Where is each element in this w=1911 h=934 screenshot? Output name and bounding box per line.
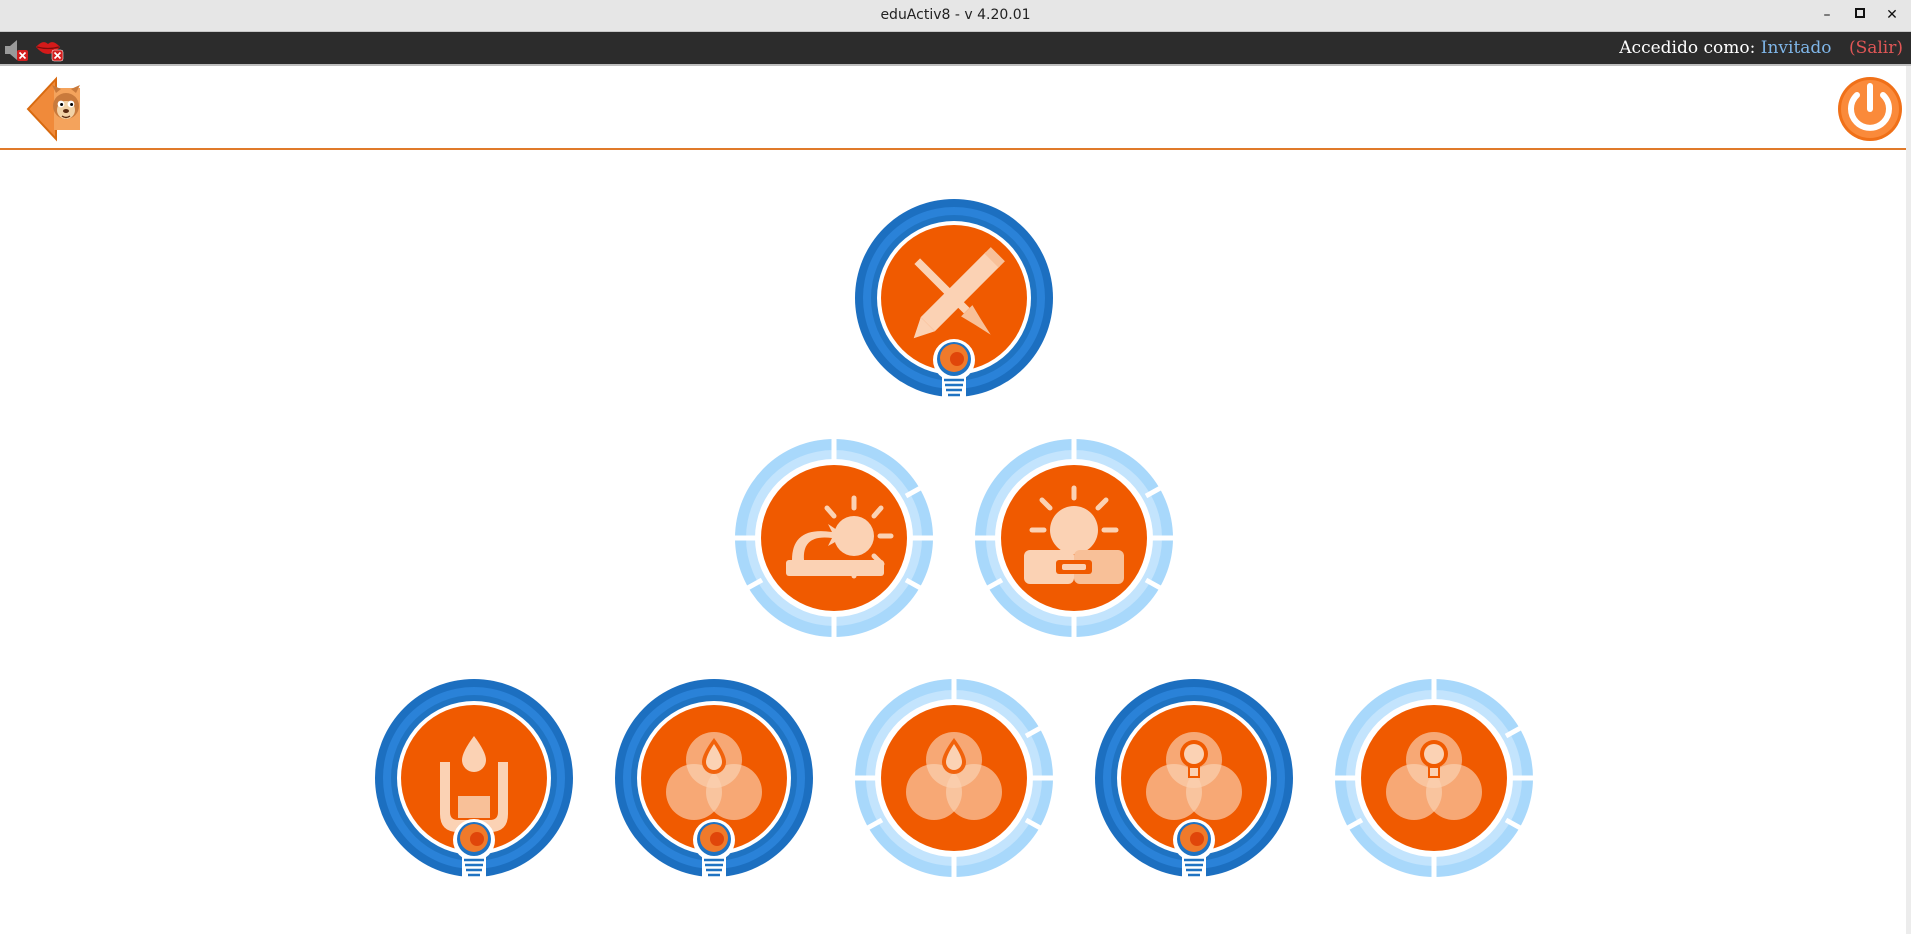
speaker-muted-icon[interactable] xyxy=(3,37,31,63)
lips-muted-icon[interactable] xyxy=(34,37,64,63)
activity-venn-bulb-2[interactable] xyxy=(1334,678,1534,878)
activity-venn-drop-1[interactable] xyxy=(614,678,814,878)
window-titlebar: eduActiv8 - v 4.20.01 – ✕ xyxy=(0,0,1911,32)
window-title: eduActiv8 - v 4.20.01 xyxy=(880,7,1031,23)
maximize-icon xyxy=(1855,8,1865,18)
minimize-button[interactable]: – xyxy=(1816,4,1838,26)
user-info: Accedido como: Invitado (Salir) xyxy=(1619,38,1903,58)
activity-splash-link[interactable] xyxy=(974,438,1174,638)
back-button[interactable] xyxy=(26,76,86,142)
back-arrow-mascot-icon xyxy=(26,76,80,142)
logout-link[interactable]: (Salir) xyxy=(1849,38,1903,58)
user-name: Invitado xyxy=(1760,38,1832,58)
activity-splash-move[interactable] xyxy=(734,438,934,638)
login-label: Accedido como: xyxy=(1619,38,1756,58)
power-button[interactable] xyxy=(1836,75,1904,143)
activity-mix-drop[interactable] xyxy=(374,678,574,878)
status-bar: Accedido como: Invitado (Salir) xyxy=(0,32,1911,66)
maximize-button[interactable] xyxy=(1849,4,1871,26)
close-button[interactable]: ✕ xyxy=(1881,4,1903,26)
activity-art[interactable] xyxy=(854,198,1054,398)
activity-venn-drop-2[interactable] xyxy=(854,678,1054,878)
power-icon xyxy=(1838,77,1902,141)
toolbar xyxy=(0,66,1911,150)
window-right-edge xyxy=(1906,66,1911,934)
activity-venn-bulb-1[interactable] xyxy=(1094,678,1294,878)
